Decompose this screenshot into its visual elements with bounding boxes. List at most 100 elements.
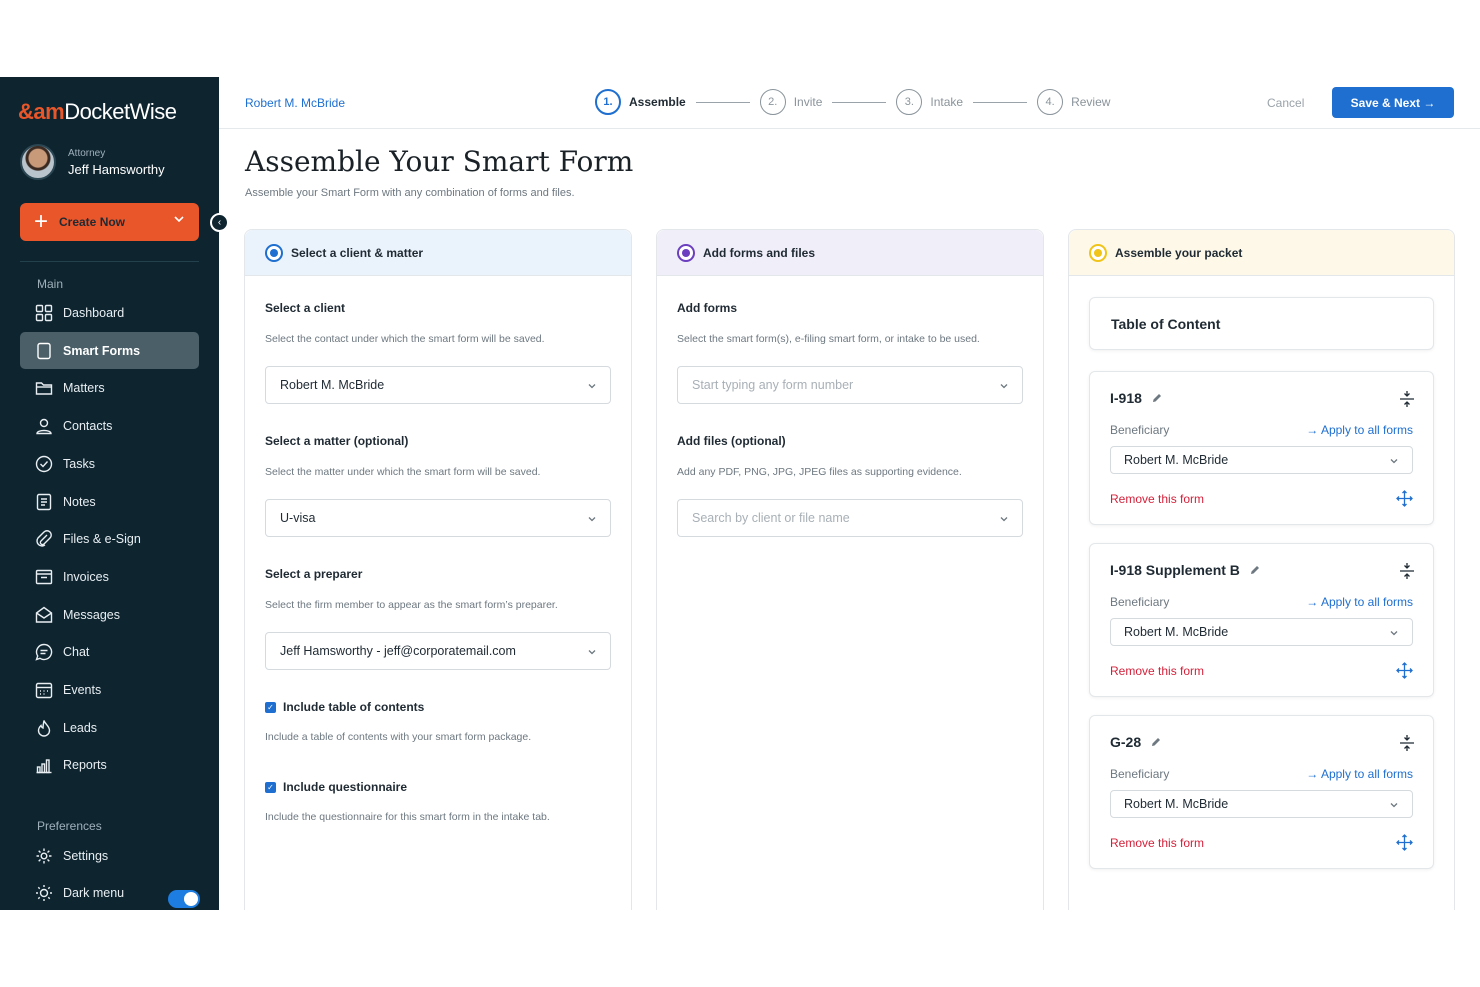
toc-checkbox[interactable]: ✓ Include table of contents xyxy=(265,700,424,714)
create-now-label: Create Now xyxy=(59,215,126,229)
toc-title: Table of Content xyxy=(1111,315,1221,332)
chevron-down-icon xyxy=(1390,631,1398,636)
matter-select[interactable]: U-visa xyxy=(265,499,611,537)
sidebar-item-label: Smart Forms xyxy=(63,343,141,358)
collapse-sidebar-button[interactable]: ‹ xyxy=(210,213,229,232)
step-label: Assemble xyxy=(629,95,686,109)
calendar-icon xyxy=(35,681,53,699)
beneficiary-value: Robert M. McBride xyxy=(1124,453,1229,467)
plus-icon: + xyxy=(34,208,49,235)
panel-title: Select a client & matter xyxy=(291,245,424,260)
step-radio-icon xyxy=(677,243,695,262)
panel-header: Assemble your packet xyxy=(1069,230,1454,276)
sidebar-item-leads[interactable]: Leads xyxy=(20,709,199,746)
toc-checkbox-help: Include a table of contents with your sm… xyxy=(265,731,532,743)
sidebar-item-invoices[interactable]: Invoices xyxy=(20,558,199,595)
sidebar-item-label: Notes xyxy=(63,494,96,509)
sidebar-item-messages[interactable]: Messages xyxy=(20,596,199,633)
pencil-icon[interactable] xyxy=(1249,564,1261,576)
sidebar-item-label: Chat xyxy=(63,644,90,659)
preparer-value: Jeff Hamsworthy - jeff@corporatemail.com xyxy=(280,644,516,658)
matter-label: Select a matter (optional) xyxy=(265,434,409,448)
beneficiary-select[interactable]: Robert M. McBride xyxy=(1110,618,1413,646)
files-label: Add files (optional) xyxy=(677,434,786,448)
user-profile[interactable]: Attorney Jeff Hamsworthy xyxy=(20,144,165,180)
step-intake[interactable]: 3. Intake xyxy=(896,89,963,115)
collapse-icon[interactable] xyxy=(1399,734,1415,752)
sidebar-item-contacts[interactable]: Contacts xyxy=(20,407,199,444)
form-card-i918-supplement-b: I-918 Supplement B Beneficiary → Apply t… xyxy=(1089,543,1434,697)
collapse-icon[interactable] xyxy=(1399,562,1415,580)
beneficiary-select[interactable]: Robert M. McBride xyxy=(1110,446,1413,474)
apply-all-link[interactable]: → Apply to all forms xyxy=(1306,767,1413,781)
matter-value: U-visa xyxy=(280,511,316,525)
pencil-icon[interactable] xyxy=(1151,392,1163,404)
apply-all-label: Apply to all forms xyxy=(1320,423,1413,437)
file-search-input[interactable]: Search by client or file name xyxy=(677,499,1023,537)
step-number: 4. xyxy=(1037,89,1064,115)
form-card-i918: I-918 Beneficiary → Apply to all forms R… xyxy=(1089,371,1434,525)
person-icon xyxy=(35,417,53,435)
chevron-down-icon xyxy=(588,384,596,389)
matter-help: Select the matter under which the smart … xyxy=(265,466,541,478)
remove-form-link[interactable]: Remove this form xyxy=(1110,664,1204,678)
mail-icon xyxy=(35,606,53,624)
checkmark-icon: ✓ xyxy=(265,781,276,793)
client-select[interactable]: Robert M. McBride xyxy=(265,366,611,404)
sidebar-item-notes[interactable]: Notes xyxy=(20,483,199,520)
page-title: Assemble Your Smart Form xyxy=(245,145,634,178)
sidebar-item-matters[interactable]: Matters xyxy=(20,369,199,406)
sidebar-item-settings[interactable]: Settings xyxy=(20,837,199,874)
logo[interactable]: &amDocketWise xyxy=(18,99,177,125)
sidebar-item-tasks[interactable]: Tasks xyxy=(20,445,199,482)
breadcrumb[interactable]: Robert M. McBride xyxy=(245,96,345,110)
sidebar-item-label: Reports xyxy=(63,757,107,772)
sidebar-item-smart-forms[interactable]: Smart Forms xyxy=(20,332,199,369)
sidebar-item-chat[interactable]: Chat xyxy=(20,633,199,670)
chevron-down-icon xyxy=(1000,517,1008,522)
logo-text: DocketWise xyxy=(64,99,177,124)
apply-all-link[interactable]: → Apply to all forms xyxy=(1306,423,1413,437)
step-review[interactable]: 4. Review xyxy=(1037,89,1110,115)
dark-menu-toggle[interactable] xyxy=(168,890,200,908)
avatar xyxy=(20,144,56,180)
forms-help: Select the smart form(s), e-filing smart… xyxy=(677,333,980,345)
create-now-button[interactable]: + Create Now xyxy=(20,203,199,241)
chevron-down-icon xyxy=(588,517,596,522)
file-icon xyxy=(35,342,53,360)
collapse-icon[interactable] xyxy=(1399,390,1415,408)
sidebar-item-reports[interactable]: Reports xyxy=(20,746,199,783)
remove-form-link[interactable]: Remove this form xyxy=(1110,836,1204,850)
sidebar-item-dashboard[interactable]: Dashboard xyxy=(20,294,199,331)
step-number: 1. xyxy=(595,89,621,115)
table-of-content-card[interactable]: Table of Content xyxy=(1089,297,1434,350)
step-invite[interactable]: 2. Invite xyxy=(759,89,822,115)
remove-form-link[interactable]: Remove this form xyxy=(1110,492,1204,506)
beneficiary-select[interactable]: Robert M. McBride xyxy=(1110,790,1413,818)
sidebar-item-files[interactable]: Files & e-Sign xyxy=(20,520,199,557)
save-next-button[interactable]: Save & Next → xyxy=(1332,87,1454,118)
form-search-input[interactable]: Start typing any form number xyxy=(677,366,1023,404)
sidebar-item-label: Matters xyxy=(63,380,105,395)
drag-move-icon[interactable] xyxy=(1396,662,1413,679)
questionnaire-checkbox[interactable]: ✓ Include questionnaire xyxy=(265,780,407,794)
form-name: I-918 xyxy=(1110,390,1142,406)
questionnaire-checkbox-label: Include questionnaire xyxy=(283,780,408,794)
client-value: Robert M. McBride xyxy=(280,378,385,392)
notes-icon xyxy=(35,493,53,511)
preparer-select[interactable]: Jeff Hamsworthy - jeff@corporatemail.com xyxy=(265,632,611,670)
gear-icon xyxy=(35,847,53,865)
pencil-icon[interactable] xyxy=(1150,736,1162,748)
flame-icon xyxy=(35,719,53,737)
cancel-button[interactable]: Cancel xyxy=(1267,96,1304,110)
drag-move-icon[interactable] xyxy=(1396,490,1413,507)
invoice-icon xyxy=(35,568,53,586)
apply-all-link[interactable]: → Apply to all forms xyxy=(1306,595,1413,609)
sidebar-item-events[interactable]: Events xyxy=(20,671,199,708)
questionnaire-checkbox-help: Include the questionnaire for this smart… xyxy=(265,811,550,823)
step-assemble[interactable]: 1. Assemble xyxy=(595,89,686,115)
drag-move-icon[interactable] xyxy=(1396,834,1413,851)
checkmark-icon: ✓ xyxy=(265,701,276,713)
page-subtitle: Assemble your Smart Form with any combin… xyxy=(245,187,575,199)
client-label: Select a client xyxy=(265,301,346,315)
